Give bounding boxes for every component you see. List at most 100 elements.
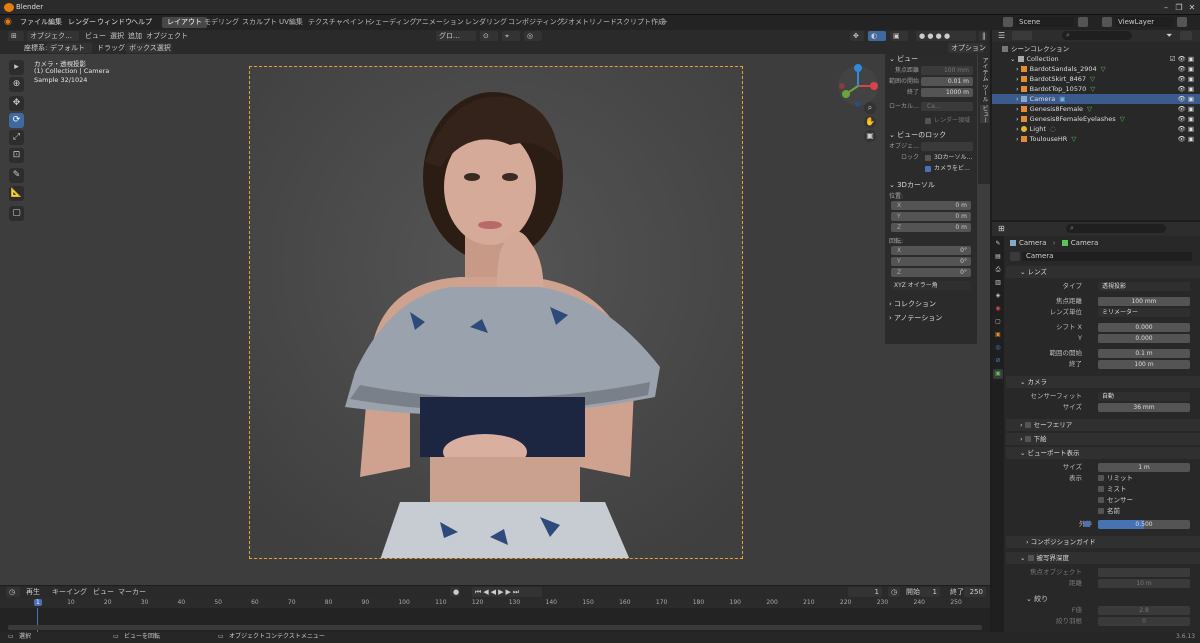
lens-section-header[interactable]: ⌄ レンズ — [1006, 266, 1200, 278]
start-frame-field[interactable]: 1 — [920, 587, 940, 597]
tab-view[interactable]: ビュー — [980, 105, 989, 123]
outliner-item[interactable]: › BardotSkirt_8467 ▽ 👁 ▣ — [992, 74, 1200, 84]
zoom-icon[interactable]: ⌕ — [864, 102, 876, 114]
clip-end-field[interactable]: 1000 m — [921, 88, 973, 97]
collection-section-header[interactable]: › コレクション — [885, 299, 977, 310]
visibility-icons[interactable]: 👁 ▣ — [1178, 64, 1194, 74]
clip-start-field[interactable]: 0.1 m — [1098, 349, 1190, 358]
frame-ruler[interactable]: 1 10 20 30 40 50 60 70 80 90 100 110 120 130 140 150 160… — [0, 598, 990, 608]
display-size-field[interactable]: 1 m — [1098, 463, 1190, 472]
add-workspace-button[interactable]: + — [657, 17, 673, 28]
composition-guides-section-header[interactable]: › コンポジションガイド — [1006, 536, 1200, 548]
tool-tab-icon[interactable]: ✎ — [993, 239, 1003, 249]
show-name-checkbox[interactable]: 名前 — [1098, 506, 1120, 517]
visibility-icons[interactable]: 👁 ▣ — [1178, 114, 1194, 124]
fstop-field[interactable]: 2.8 — [1098, 606, 1190, 615]
scene-selector[interactable]: Scene — [1016, 17, 1074, 27]
show-mist-checkbox[interactable]: ミスト — [1098, 484, 1127, 495]
editor-type-icon[interactable]: ⊞ — [8, 31, 24, 41]
timeline-scrollbar[interactable] — [8, 625, 982, 630]
new-scene-icon[interactable] — [1078, 17, 1088, 27]
timeline-menu-keying[interactable]: キーイング — [52, 587, 87, 597]
properties-search-input[interactable]: ⌕ — [1066, 224, 1166, 233]
maximize-button[interactable]: ❐ — [1173, 2, 1185, 13]
header-collapse-icon[interactable]: ‖ — [979, 31, 987, 41]
passepartout-slider[interactable]: 0.500 — [1098, 520, 1190, 529]
aperture-section-header[interactable]: ⌄ 絞り — [1006, 593, 1200, 605]
lock-cursor-checkbox[interactable]: 3Dカーソル… — [925, 153, 972, 163]
overlay-toggle-icon[interactable]: ◐ — [868, 31, 886, 41]
show-sensor-checkbox[interactable]: センサー — [1098, 495, 1133, 506]
add-cube-tool-icon[interactable]: ▢ — [9, 206, 24, 221]
visibility-icons[interactable]: 👁 ▣ — [1178, 84, 1194, 94]
timeline-menu-view[interactable]: ビュー — [93, 587, 114, 597]
focus-object-field[interactable] — [1098, 568, 1190, 577]
cursor-y-field[interactable]: Y 0 m — [891, 212, 971, 221]
properties-editor-icon[interactable]: ⊞ — [998, 224, 1005, 233]
collection-tab-icon[interactable]: ▢ — [993, 317, 1003, 327]
shading-mode-buttons[interactable]: ● ● ● ● — [916, 31, 976, 41]
shift-x-field[interactable]: 0.000 — [1098, 323, 1190, 332]
sensor-fit-dropdown[interactable]: 自動 — [1098, 392, 1190, 401]
outliner-item[interactable]: › Camera ▣ 👁 ▣ — [992, 94, 1200, 104]
cursor-z-field[interactable]: Z 0 m — [891, 223, 971, 232]
output-tab-icon[interactable]: ⎙ — [993, 265, 1003, 275]
clip-start-field[interactable]: 0.01 m — [921, 77, 973, 86]
background-images-section-header[interactable]: › 下絵 — [1006, 433, 1200, 445]
visibility-icons[interactable]: 👁 ▣ — [1178, 74, 1194, 84]
new-collection-icon[interactable] — [1180, 31, 1192, 40]
options-dropdown[interactable]: オプション — [948, 43, 986, 53]
camera-data-tab-icon[interactable]: ▣ — [993, 369, 1003, 379]
new-view-layer-icon[interactable] — [1177, 17, 1187, 27]
outliner-item[interactable]: › BardotSandals_2904 ▽ 👁 ▣ — [992, 64, 1200, 74]
pan-hand-icon[interactable]: ✋ — [864, 116, 876, 128]
mode-dropdown[interactable]: オブジェク… — [27, 31, 79, 41]
focus-distance-field[interactable]: 10 m — [1098, 579, 1190, 588]
render-region-checkbox[interactable]: レンダー領域 — [925, 116, 970, 126]
scene-collection-row[interactable]: シーンコレクション — [992, 44, 1200, 54]
cursor-x-field[interactable]: X 0 m — [891, 201, 971, 210]
lock-object-field[interactable] — [921, 142, 973, 151]
xray-icon[interactable]: ▣ — [890, 31, 908, 41]
constraints-tab-icon[interactable]: ⊘ — [993, 356, 1003, 366]
local-camera-field[interactable]: Ca… — [921, 102, 973, 111]
outliner-editor-icon[interactable]: ☰ — [998, 31, 1005, 40]
blades-field[interactable]: 0 — [1098, 617, 1190, 626]
scene-tab-icon[interactable]: ◈ — [993, 291, 1003, 301]
lock-camera-checkbox[interactable]: カメラをビ… — [925, 164, 970, 174]
transform-tool-icon[interactable]: ⊡ — [9, 148, 24, 163]
filter-icon[interactable]: ⏷ — [1166, 31, 1172, 41]
annotate-tool-icon[interactable]: ✎ — [9, 168, 24, 183]
rotate-tool-icon[interactable]: ⟳ — [9, 113, 24, 128]
rotation-mode-dropdown[interactable]: XYZ オイラー角 — [891, 281, 971, 290]
transform-orientation-dropdown[interactable]: グロ… — [436, 31, 476, 41]
proportional-edit-icon[interactable]: ◎ — [524, 31, 542, 41]
record-icon[interactable]: ● — [450, 587, 460, 597]
dof-section-header[interactable]: ⌄ 被写界深度 — [1006, 552, 1200, 564]
timeline-area[interactable]: 1 10 20 30 40 50 60 70 80 90 100 110 120 130 140 150 160… — [0, 598, 990, 632]
datablock-browse-icon[interactable] — [1010, 252, 1020, 261]
clock-icon[interactable]: ◷ — [888, 587, 900, 597]
outliner-item[interactable]: › Genesis8FemaleEyelashes ▽ 👁 ▣ — [992, 114, 1200, 124]
lens-type-dropdown[interactable]: 透視投影 — [1098, 282, 1190, 291]
focal-length-field[interactable]: 100 mm — [1098, 297, 1190, 306]
3d-viewport[interactable]: カメラ・透視投影 (1) Collection | Camera Sample … — [0, 54, 990, 585]
snap-icon[interactable]: ⌖ — [502, 31, 520, 41]
cursor-section-header[interactable]: ⌄ 3Dカーソル — [885, 180, 977, 191]
minimize-button[interactable]: – — [1160, 2, 1172, 13]
current-frame-field[interactable]: 1 — [848, 587, 882, 597]
visibility-icons[interactable]: 👁 ▣ — [1178, 94, 1194, 104]
shift-y-field[interactable]: 0.000 — [1098, 334, 1190, 343]
timeline-menu-playback[interactable]: 再生 — [26, 587, 40, 597]
focal-length-field[interactable]: 100 mm — [921, 66, 973, 75]
world-tab-icon[interactable]: ◉ — [993, 304, 1003, 314]
cursor-rot-y-field[interactable]: Y 0° — [891, 257, 971, 266]
timeline-editor-icon[interactable]: ◷ — [6, 587, 20, 597]
viewport-menu-select[interactable]: 選択 — [110, 31, 124, 41]
playback-controls[interactable]: ⏮◀◀▶▶⏭ — [472, 587, 542, 597]
passepartout-checkbox[interactable] — [1084, 521, 1090, 527]
close-button[interactable]: ✕ — [1186, 2, 1198, 13]
object-tab-icon[interactable]: ▣ — [993, 330, 1003, 340]
visibility-icons[interactable]: ☑ 👁 ▣ — [1170, 54, 1194, 64]
viewport-display-section-header[interactable]: ⌄ ビューポート表示 — [1006, 447, 1200, 459]
